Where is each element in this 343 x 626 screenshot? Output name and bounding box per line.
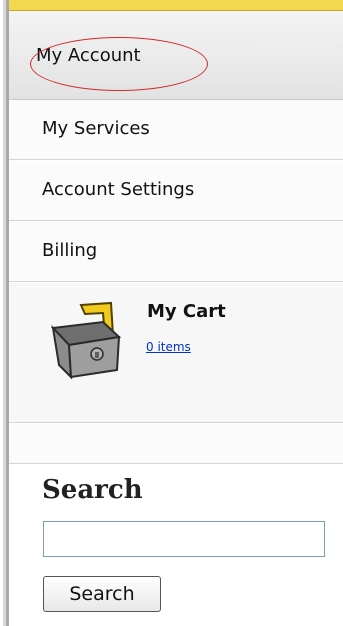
top-accent-bar <box>9 0 343 11</box>
search-section: Search Search <box>9 465 343 626</box>
shopping-basket-icon <box>50 301 122 380</box>
nav-item-account-settings[interactable]: Account Settings <box>9 161 343 221</box>
search-input[interactable] <box>43 521 325 557</box>
nav-item-label: Account Settings <box>42 179 195 200</box>
cart-items-link[interactable]: 0 items <box>146 340 191 354</box>
search-title: Search <box>42 475 143 505</box>
cart-title: My Cart <box>147 301 226 322</box>
cart-panel: My Cart 0 items <box>9 283 343 423</box>
nav-header-my-account[interactable]: My Account <box>9 11 343 100</box>
nav-item-label: My Services <box>42 118 150 139</box>
left-rail <box>0 0 9 626</box>
divider-row <box>9 424 343 464</box>
red-highlight-ellipse <box>30 37 208 91</box>
nav-item-billing[interactable]: Billing <box>9 222 343 282</box>
nav-item-my-services[interactable]: My Services <box>9 100 343 160</box>
search-button[interactable]: Search <box>43 576 161 612</box>
nav-item-label: Billing <box>42 240 98 261</box>
